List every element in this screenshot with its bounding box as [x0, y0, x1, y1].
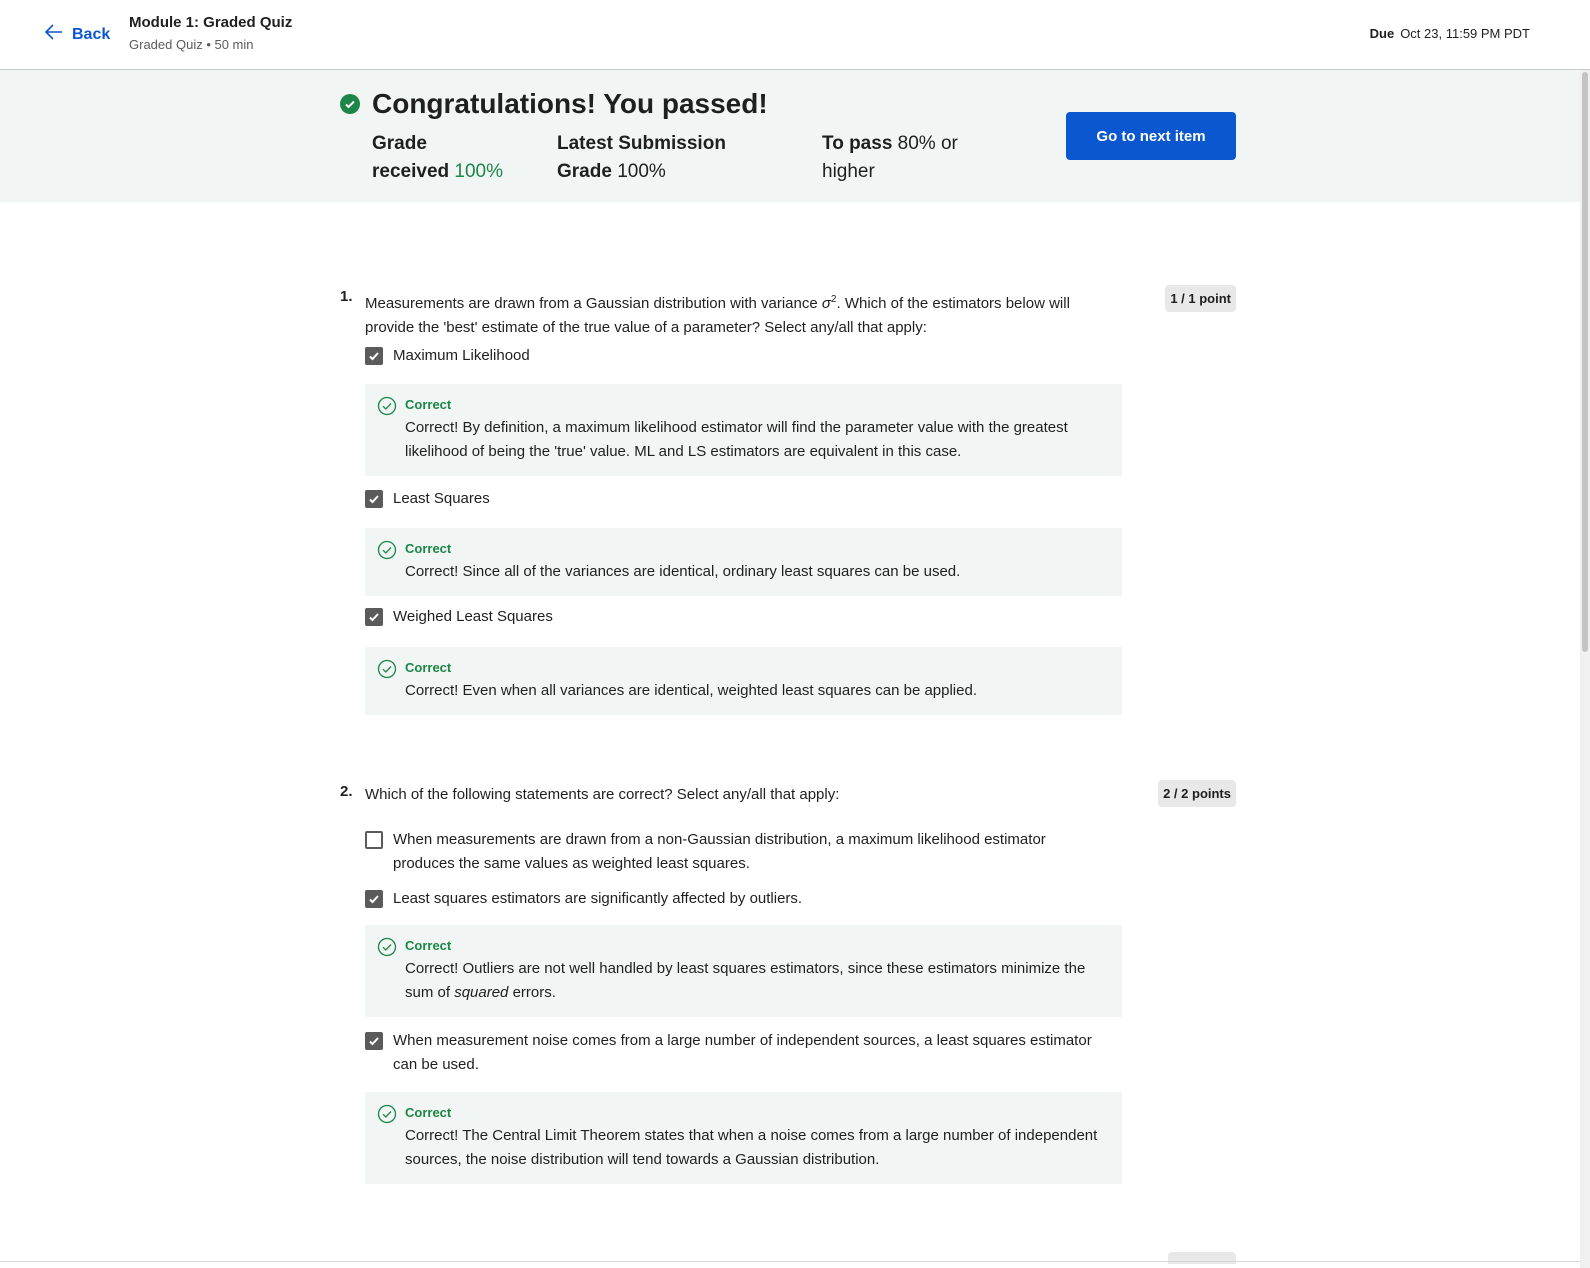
option-independent-sources[interactable]: When measurement noise comes from a larg…	[365, 1029, 1105, 1077]
option-outliers[interactable]: Least squares estimators are significant…	[365, 887, 1105, 911]
vertical-scrollbar[interactable]	[1580, 70, 1590, 1268]
feedback-correct: Correct Correct! Since all of the varian…	[365, 528, 1122, 596]
pass-threshold: To pass 80% or higher	[822, 130, 982, 186]
option-label: Maximum Likelihood	[393, 347, 530, 364]
points-badge-partial	[1168, 1252, 1236, 1264]
points-badge: 1 / 1 point	[1165, 285, 1236, 312]
feedback-text: Correct! By definition, a maximum likeli…	[405, 419, 1068, 460]
option-label: Least Squares	[393, 490, 490, 507]
latest-submission-grade: Latest Submission Grade 100%	[557, 130, 757, 186]
checkmark-icon	[369, 495, 379, 504]
feedback-text: Correct! Even when all variances are ide…	[405, 682, 977, 699]
pass-headline: Congratulations! You passed!	[340, 88, 768, 120]
feedback-emphasis: squared	[454, 984, 509, 1001]
check-circle-icon	[340, 94, 360, 114]
checkmark-icon	[369, 352, 379, 361]
quiz-title: Module 1: Graded Quiz	[129, 14, 293, 31]
option-least-squares[interactable]: Least Squares	[365, 487, 1105, 511]
quiz-subtitle: Graded Quiz • 50 min	[129, 37, 254, 52]
back-button[interactable]: Back	[44, 22, 110, 47]
question-number: 2.	[340, 783, 353, 800]
checkbox-checked[interactable]	[365, 347, 383, 365]
bottom-divider	[0, 1261, 1580, 1262]
due-date: Due Oct 23, 11:59 PM PDT	[1370, 26, 1530, 41]
arrow-left-icon	[44, 22, 64, 47]
feedback-label: Correct	[405, 938, 452, 953]
checkbox-checked[interactable]	[365, 890, 383, 908]
check-circle-outline-icon	[377, 396, 397, 416]
checkmark-icon	[369, 613, 379, 622]
option-label: Least squares estimators are significant…	[393, 890, 803, 907]
pass-label: To pass	[822, 133, 893, 154]
feedback-correct: Correct Correct! Even when all variances…	[365, 647, 1122, 715]
top-bar: Back Module 1: Graded Quiz Graded Quiz •…	[0, 0, 1590, 70]
scrollbar-thumb[interactable]	[1582, 72, 1588, 652]
option-weighed-least-squares[interactable]: Weighed Least Squares	[365, 605, 1105, 629]
go-to-next-item-button[interactable]: Go to next item	[1066, 112, 1236, 160]
check-circle-outline-icon	[377, 1104, 397, 1124]
feedback-text: Correct! Since all of the variances are …	[405, 563, 961, 580]
feedback-label: Correct	[405, 660, 452, 675]
feedback-correct: Correct Correct! The Central Limit Theor…	[365, 1092, 1122, 1184]
sigma-symbol: σ	[821, 295, 831, 312]
check-circle-outline-icon	[377, 540, 397, 560]
option-maximum-likelihood[interactable]: Maximum Likelihood	[365, 344, 1105, 368]
question-text-part: Measurements are drawn from a Gaussian d…	[365, 295, 822, 312]
feedback-correct: Correct Correct! By definition, a maximu…	[365, 384, 1122, 476]
feedback-text-part: errors.	[508, 984, 556, 1001]
question-text: Measurements are drawn from a Gaussian d…	[365, 288, 1085, 340]
pass-banner: Congratulations! You passed! Grade recei…	[0, 70, 1580, 202]
checkbox-checked[interactable]	[365, 490, 383, 508]
checkbox-unchecked[interactable]	[365, 831, 383, 849]
latest-label-1: Latest Submission	[557, 133, 726, 154]
check-circle-outline-icon	[377, 937, 397, 957]
checkbox-checked[interactable]	[365, 1032, 383, 1050]
back-label: Back	[72, 25, 111, 43]
latest-value: 100%	[617, 161, 666, 182]
pass-title: Congratulations! You passed!	[372, 88, 768, 119]
points-badge: 2 / 2 points	[1158, 780, 1236, 807]
grade-received: Grade received 100%	[372, 130, 512, 186]
checkbox-checked[interactable]	[365, 608, 383, 626]
feedback-text: Correct! Outliers are not well handled b…	[405, 957, 1110, 1005]
grade-label-1: Grade	[372, 133, 427, 154]
feedback-label: Correct	[405, 1105, 452, 1120]
feedback-label: Correct	[405, 541, 452, 556]
latest-label-2: Grade	[557, 161, 612, 182]
grade-label-2: received	[372, 161, 450, 182]
check-circle-outline-icon	[377, 659, 397, 679]
due-label: Due	[1369, 26, 1395, 41]
feedback-label: Correct	[405, 397, 452, 412]
pass-value-1: 80% or	[897, 133, 958, 154]
option-label: When measurement noise comes from a larg…	[393, 1032, 1092, 1073]
option-non-gaussian-ml[interactable]: When measurements are drawn from a non-G…	[365, 828, 1105, 876]
option-label: When measurements are drawn from a non-G…	[393, 831, 1046, 872]
checkmark-icon	[369, 1037, 379, 1046]
feedback-text: Correct! The Central Limit Theorem state…	[405, 1127, 1098, 1168]
question-text: Which of the following statements are co…	[365, 786, 840, 803]
feedback-correct: Correct Correct! Outliers are not well h…	[365, 925, 1122, 1017]
grade-value: 100%	[454, 161, 504, 182]
due-value: Oct 23, 11:59 PM PDT	[1400, 26, 1530, 41]
checkmark-icon	[369, 895, 379, 904]
option-label: Weighed Least Squares	[393, 608, 553, 625]
quiz-title-block: Module 1: Graded Quiz Graded Quiz • 50 m…	[129, 14, 292, 52]
question-number: 1.	[340, 288, 353, 305]
pass-value-2: higher	[822, 161, 875, 182]
